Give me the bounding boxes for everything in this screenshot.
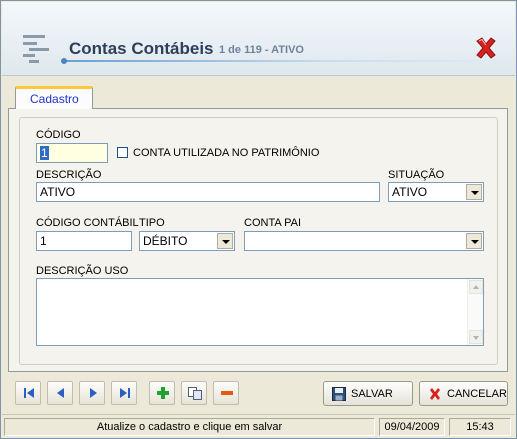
add-record-button[interactable] — [149, 381, 175, 405]
window: Contas Contábeis 1 de 119 - ATIVO Cadast… — [0, 0, 517, 439]
tab-cadastro[interactable]: Cadastro — [15, 86, 93, 109]
tipo-select[interactable]: DÉBITO — [139, 231, 235, 251]
codigo-contabil-input[interactable]: 1 — [36, 231, 132, 251]
tipo-label: TIPO — [139, 217, 165, 229]
chevron-down-icon[interactable] — [466, 184, 482, 200]
situacao-value: ATIVO — [392, 185, 428, 199]
codigo-label: CÓDIGO — [36, 129, 81, 141]
codigo-input[interactable]: 1 — [36, 143, 108, 163]
scroll-up-icon[interactable] — [469, 280, 483, 294]
save-label: SALVAR — [351, 388, 393, 400]
cancel-label: CANCELAR — [447, 388, 507, 400]
previous-record-icon — [57, 388, 64, 398]
tipo-value: DÉBITO — [143, 234, 188, 248]
list-icon — [23, 35, 49, 63]
close-icon[interactable] — [473, 35, 499, 61]
remove-record-button[interactable] — [213, 381, 239, 405]
chevron-down-icon[interactable] — [217, 233, 233, 249]
record-position: 1 de 119 - ATIVO — [219, 44, 304, 56]
previous-record-button[interactable] — [47, 381, 73, 405]
next-record-button[interactable] — [79, 381, 105, 405]
status-bar: Atualize o cadastro e clique em salvar 0… — [2, 414, 515, 438]
window-title: Contas Contábeis — [69, 39, 214, 58]
copy-record-button[interactable] — [181, 381, 207, 405]
header-divider-dot — [61, 58, 67, 64]
add-icon — [157, 387, 169, 399]
cancel-icon — [430, 388, 440, 400]
save-icon — [332, 387, 346, 401]
header: Contas Contábeis 1 de 119 - ATIVO — [2, 2, 515, 76]
patrimonio-checkbox[interactable] — [117, 147, 128, 158]
descricao-uso-textarea[interactable] — [36, 278, 484, 346]
scroll-down-icon[interactable] — [469, 330, 483, 344]
status-time: 15:43 — [466, 421, 494, 433]
descricao-uso-label: DESCRIÇÃO USO — [36, 265, 129, 277]
scrollbar[interactable] — [467, 279, 483, 345]
chevron-down-icon[interactable] — [466, 233, 482, 249]
save-button[interactable]: SALVAR — [323, 381, 413, 406]
descricao-label: DESCRIÇÃO — [36, 169, 102, 181]
cancel-button[interactable]: CANCELAR — [419, 381, 508, 406]
copy-icon — [188, 387, 202, 400]
next-record-icon — [90, 388, 97, 398]
descricao-input[interactable]: ATIVO — [36, 182, 380, 202]
first-record-icon — [24, 388, 34, 398]
tab-label: Cadastro — [30, 92, 79, 106]
status-message: Atualize o cadastro e clique em salvar — [96, 421, 283, 433]
status-date-cell: 09/04/2009 — [379, 418, 445, 436]
conta-pai-select[interactable] — [244, 231, 484, 251]
last-record-button[interactable] — [111, 381, 137, 405]
remove-icon — [221, 391, 233, 395]
codigo-contabil-label: CÓDIGO CONTÁBIL — [36, 217, 139, 229]
status-message-cell: Atualize o cadastro e clique em salvar — [4, 418, 375, 436]
situacao-select[interactable]: ATIVO — [388, 182, 484, 202]
patrimonio-label: CONTA UTILIZADA NO PATRIMÔNIO — [133, 147, 320, 159]
last-record-icon — [120, 388, 130, 398]
status-time-cell: 15:43 — [449, 418, 511, 436]
conta-pai-label: CONTA PAI — [244, 217, 302, 229]
situacao-label: SITUAÇÃO — [388, 169, 445, 181]
first-record-button[interactable] — [15, 381, 41, 405]
header-divider — [64, 60, 504, 62]
status-date: 09/04/2009 — [384, 421, 440, 433]
